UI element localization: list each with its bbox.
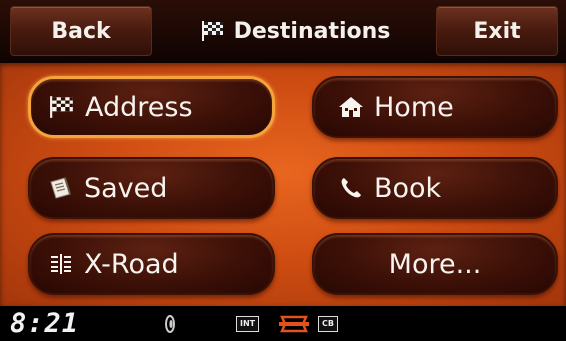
speaker-icon [163, 314, 177, 338]
back-button-label: Back [51, 18, 111, 44]
saved-button[interactable]: Saved [28, 157, 275, 219]
int-badge: INT [236, 316, 260, 332]
nav-screen: Back Destinations Exit Address Home Save… [0, 0, 566, 341]
checkered-flag-icon [200, 18, 226, 44]
address-label: Address [85, 91, 193, 123]
top-bar: Back Destinations Exit [0, 0, 566, 63]
x-road-label: X-Road [84, 248, 179, 280]
more-label: More... [388, 248, 482, 280]
house-icon [338, 94, 364, 120]
x-road-button[interactable]: X-Road [28, 233, 275, 295]
page-title-text: Destinations [233, 18, 391, 44]
status-bar: 8:21 INT CB [0, 306, 566, 341]
book-button[interactable]: Book [312, 157, 558, 219]
page-title: Destinations [160, 6, 430, 56]
home-button[interactable]: Home [312, 76, 558, 138]
home-label: Home [374, 91, 454, 123]
address-button[interactable]: Address [28, 76, 275, 138]
saved-label: Saved [84, 172, 168, 204]
book-label: Book [374, 172, 442, 204]
more-button[interactable]: More... [312, 233, 558, 295]
exit-button[interactable]: Exit [436, 6, 558, 56]
exit-button-label: Exit [473, 18, 521, 44]
harley-logo-icon [279, 313, 309, 339]
address-book-icon [48, 175, 74, 201]
destinations-menu: Address Home Saved Book X-Road More... [0, 63, 566, 306]
back-button[interactable]: Back [10, 6, 152, 56]
clock: 8:21 [10, 308, 80, 339]
crossroads-icon [48, 251, 74, 277]
checkered-flag-icon [49, 94, 75, 120]
cb-badge: CB [318, 316, 338, 332]
phone-handset-icon [338, 175, 364, 201]
